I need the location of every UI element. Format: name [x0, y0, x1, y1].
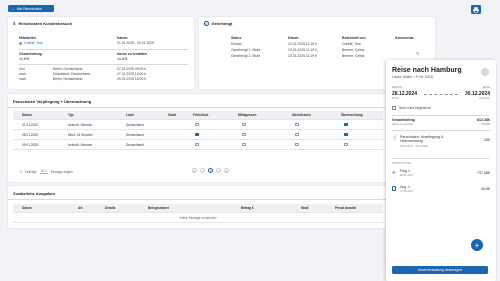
reimburse-label: davon zu erstatten — [117, 52, 147, 56]
start-city: Berlin — [392, 97, 399, 100]
divider — [8, 199, 388, 200]
trip-item[interactable]: Zug 1 07.09.2024 46,8€ — [392, 185, 490, 197]
page-button[interactable]: 1 — [208, 168, 213, 173]
breakfast-checkbox[interactable] — [195, 122, 199, 127]
train-icon — [392, 186, 396, 191]
panel-reimb-value: 765,58€ — [480, 123, 490, 126]
divider — [19, 49, 188, 50]
lunch-checkbox[interactable] — [242, 142, 246, 147]
route-leg: nach Berlin, Deutschland 09.01.2025 18:0… — [19, 77, 147, 81]
print-button[interactable] — [471, 5, 481, 14]
total-label: Gesamtbetrag — [19, 52, 42, 56]
col-comment: Kommentar — [395, 36, 414, 40]
divider — [392, 115, 490, 116]
allowance-summary[interactable]: 🍴 Pauschalen: Verpflegung & Übernachtung… — [392, 135, 490, 157]
panel-title: Reise nach Hamburg — [392, 67, 462, 74]
approval-row: Genehmigt 2. Stufe 13.01.2025 11:19 h Br… — [231, 54, 365, 58]
next-page-button[interactable]: › — [216, 168, 221, 173]
avatar — [481, 68, 489, 76]
add-button[interactable]: + — [471, 239, 483, 251]
card-title: Zusätzliche Ausgaben — [13, 191, 56, 196]
end-city: Hamburg — [479, 97, 490, 100]
prev-page-button[interactable]: ‹ — [200, 168, 205, 173]
col-editor: Bearbeitet von — [342, 36, 366, 40]
table-row: 09.01.2025 Ankunft / Abreise Deutschland — [13, 140, 383, 150]
dinner-checkbox[interactable] — [295, 122, 299, 127]
pagination: « ‹ 1 › » — [192, 168, 229, 173]
allowance-table: Datum Typ Land Stadt Frühstück Mittagess… — [13, 111, 383, 156]
reimburse-value: 44,80€ — [117, 57, 128, 61]
submit-reimbursement-button[interactable]: Kostenerstattung beantragen — [392, 266, 488, 274]
overnight-checkbox[interactable] — [344, 122, 348, 127]
lunch-checkbox[interactable] — [242, 132, 246, 137]
end-label: ENDE — [482, 86, 490, 89]
trip-item[interactable]: ✈ Flug 1 28.01.2024 737,58€ — [392, 169, 490, 181]
expenses-card: Zusätzliche Ausgaben Datum Art Details B… — [8, 186, 388, 228]
card-title: Pauschalen Verpflegung + Übernachtung — [13, 99, 92, 104]
employee-label: Mitarbeiter — [19, 36, 37, 40]
divider — [392, 158, 490, 159]
pager-size: 3 Einträge 10 ▾ Einträge zeigen — [20, 169, 73, 174]
employee-link[interactable]: Colletti, Tina — [24, 41, 43, 45]
panel-reimb-label: davon zu erstatten — [392, 123, 414, 126]
first-page-button[interactable]: « — [192, 168, 197, 173]
plus-icon: + — [474, 240, 480, 250]
route-list: Von Berlin, Deutschland 07.01.2025 09:00… — [19, 67, 189, 82]
overnight-checkbox[interactable] — [344, 142, 348, 147]
total-value: 44,80€ — [19, 57, 30, 61]
plane-icon: ✈ — [392, 170, 396, 175]
dinner-checkbox[interactable] — [295, 132, 299, 137]
panel-total-value: 812,38€ — [477, 118, 490, 122]
date-value: 07.01.2025 - 09.01.2025 — [117, 41, 154, 45]
arrow-left-icon: ← — [11, 6, 15, 11]
cutlery-icon: 🍴 — [392, 135, 398, 140]
table-row: 07.01.2025 Ankunft / Abreise Deutschland — [13, 120, 383, 130]
table-row: 08.01.2025 Mind. 24 Stunden Deutschland — [13, 130, 383, 140]
back-button[interactable]: ← Alle Reisekosten — [8, 5, 54, 12]
trip-line — [424, 94, 458, 95]
start-label: BEGINN — [392, 86, 402, 89]
divider — [19, 64, 188, 65]
dinner-checkbox[interactable] — [295, 142, 299, 147]
breakfast-checkbox[interactable] — [195, 132, 199, 137]
lunch-checkbox[interactable] — [242, 122, 246, 127]
col-status: Status — [231, 36, 242, 40]
printer-icon — [473, 6, 479, 13]
trip-summary-card: $ Reisekosten Kundenbesuch Mitarbeiter C… — [8, 17, 194, 89]
table-header: Datum Art Details Belegnummer Betrag € M… — [13, 204, 383, 213]
allowance-card: Pauschalen Verpflegung + Übernachtung Da… — [8, 94, 388, 182]
col-date: Datum — [288, 36, 299, 40]
overnight-checkbox[interactable] — [344, 132, 348, 137]
panel-total-label: Gesamtbetrag — [392, 118, 415, 122]
breakfast-checkbox[interactable] — [195, 142, 199, 147]
expenses-table: Datum Art Details Belegnummer Betrag € M… — [13, 204, 383, 224]
last-page-button[interactable]: » — [224, 168, 229, 173]
card-title: Reisekosten Kundenbesuch — [18, 21, 73, 26]
divider — [392, 130, 490, 131]
trips-label: FAHRTKOSTEN — [392, 162, 412, 165]
status-checkbox[interactable] — [392, 106, 396, 110]
approval-row: Erfasst 13.01.2025 11:18 h Colletti, Tin… — [231, 42, 361, 46]
panel-subtitle: Lasse Müller • P-Nr. 3018 — [392, 75, 433, 79]
status-row: Noch nicht eingereicht — [392, 106, 431, 110]
table-header: Datum Typ Land Stadt Frühstück Mittagess… — [13, 111, 383, 120]
card-title: Genehmigt — [211, 21, 233, 26]
date-label: Datum — [117, 36, 128, 40]
empty-row: Keine Einträge vorhanden — [13, 213, 383, 223]
dollar-icon: $ — [13, 21, 16, 26]
divider — [8, 107, 388, 108]
approval-row: Genehmigt 1. Stufe 13.01.2025 11:19 h Br… — [231, 48, 365, 52]
user-icon — [19, 41, 22, 45]
page-size-select[interactable]: 10 ▾ — [39, 169, 48, 174]
edit-icon[interactable]: ✎ — [416, 51, 419, 56]
check-circle-icon: ✓ — [204, 21, 209, 26]
